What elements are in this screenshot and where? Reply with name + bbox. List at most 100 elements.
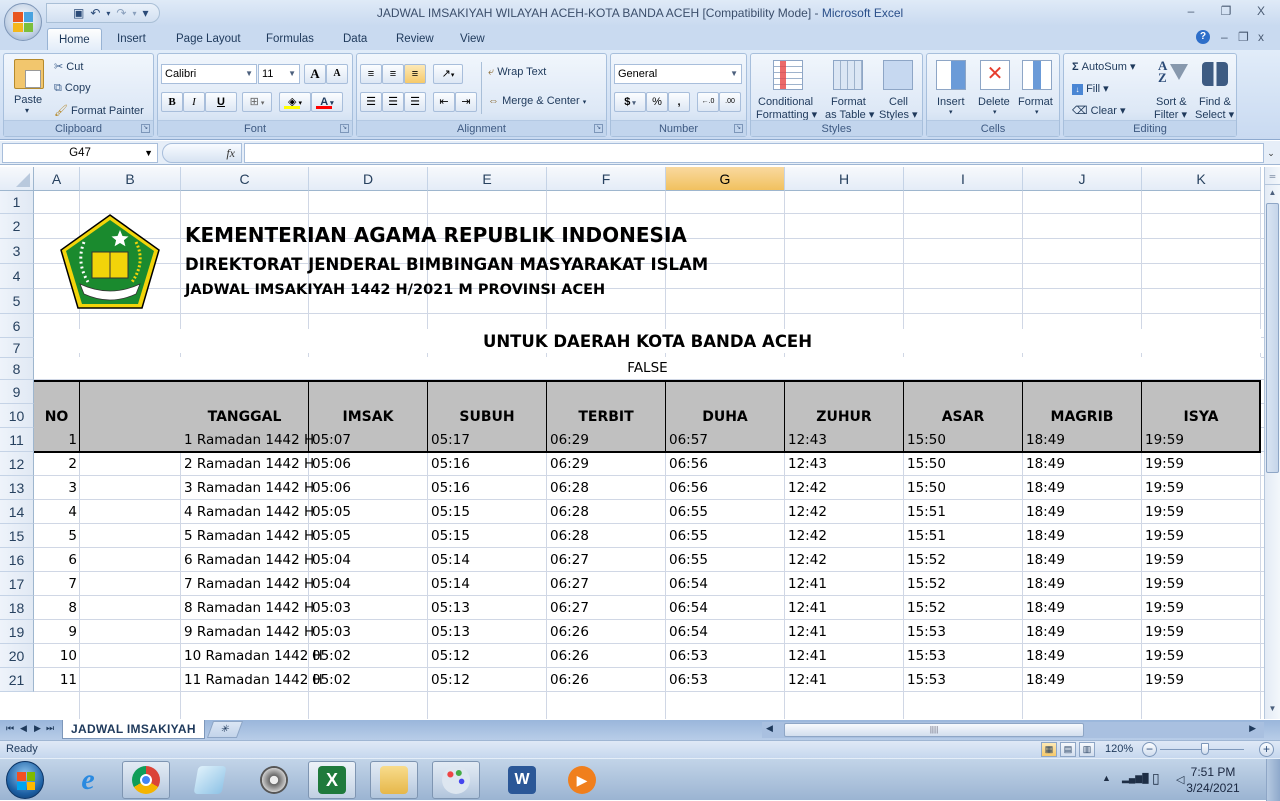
- percent-button[interactable]: %: [646, 92, 668, 112]
- taskbar-chrome[interactable]: [122, 761, 170, 799]
- cell-terbit[interactable]: 06:27: [550, 548, 663, 572]
- cell-isya[interactable]: 19:59: [1145, 500, 1258, 524]
- cell-terbit[interactable]: 06:26: [550, 620, 663, 644]
- cell-terbit[interactable]: 06:26: [550, 668, 663, 692]
- vertical-scroll-thumb[interactable]: [1266, 203, 1279, 473]
- page-layout-view-button[interactable]: ▤: [1060, 742, 1076, 757]
- cell-subuh[interactable]: 05:15: [431, 524, 544, 548]
- cell-styles-button[interactable]: Cell Styles ▾: [877, 56, 921, 121]
- expand-formula-bar-icon[interactable]: ⌄: [1264, 143, 1278, 163]
- cell-terbit[interactable]: 06:29: [550, 452, 663, 476]
- formula-input[interactable]: [244, 143, 1264, 163]
- tab-data[interactable]: Data: [332, 28, 378, 50]
- align-top-button[interactable]: ≡: [360, 64, 382, 84]
- number-format-select[interactable]: General ▼: [614, 64, 742, 84]
- italic-button[interactable]: I: [183, 92, 205, 112]
- row-header-10[interactable]: 10: [0, 404, 34, 428]
- cell-duha[interactable]: 06:57: [669, 428, 782, 452]
- clear-button[interactable]: ⌫ Clear ▾: [1072, 104, 1126, 117]
- wrap-text-button[interactable]: ⤶ Wrap Text: [488, 66, 546, 79]
- windows-start-button[interactable]: [6, 761, 44, 799]
- borders-button[interactable]: ⊞ ▾: [242, 92, 272, 112]
- cell-imsak[interactable]: 05:02: [312, 668, 425, 692]
- cell-zuhur[interactable]: 12:43: [788, 428, 901, 452]
- cell-zuhur[interactable]: 12:41: [788, 620, 901, 644]
- cell-no[interactable]: 3: [37, 476, 77, 500]
- cell-magrib[interactable]: 18:49: [1026, 524, 1139, 548]
- name-box[interactable]: G47 ▼: [2, 143, 158, 163]
- cell-terbit[interactable]: 06:28: [550, 524, 663, 548]
- format-cells-button[interactable]: Format ▾: [1017, 56, 1057, 118]
- cell-subuh[interactable]: 05:17: [431, 428, 544, 452]
- cell-no[interactable]: 8: [37, 596, 77, 620]
- fill-color-button[interactable]: ◈ ▾: [279, 92, 311, 112]
- cell-duha[interactable]: 06:53: [669, 644, 782, 668]
- align-middle-button[interactable]: ≡: [382, 64, 404, 84]
- merge-center-button[interactable]: ⇔ Merge & Center ▾: [488, 95, 586, 107]
- column-header-d[interactable]: D: [309, 167, 428, 191]
- tab-home[interactable]: Home: [47, 28, 102, 50]
- zoom-in-button[interactable]: +: [1259, 742, 1274, 757]
- row-header-5[interactable]: 5: [0, 289, 34, 314]
- cell-isya[interactable]: 19:59: [1145, 524, 1258, 548]
- first-sheet-icon[interactable]: ⏮: [6, 723, 14, 734]
- normal-view-button[interactable]: ▦: [1041, 742, 1057, 757]
- office-button[interactable]: [4, 3, 42, 41]
- cell-tanggal[interactable]: 1 Ramadan 1442 H: [184, 428, 314, 452]
- cell-zuhur[interactable]: 12:41: [788, 668, 901, 692]
- cell-magrib[interactable]: 18:49: [1026, 668, 1139, 692]
- cell-imsak[interactable]: 05:05: [312, 500, 425, 524]
- cell-imsak[interactable]: 05:04: [312, 548, 425, 572]
- chevron-down-icon[interactable]: ▼: [144, 144, 153, 162]
- row-header-2[interactable]: 2: [0, 214, 34, 239]
- autosum-button[interactable]: Σ AutoSum ▾: [1072, 60, 1136, 73]
- increase-decimal-button[interactable]: ←.0: [697, 92, 719, 112]
- network-signal-icon[interactable]: ▂▄▆█: [1122, 773, 1149, 784]
- cell-tanggal[interactable]: 3 Ramadan 1442 H: [184, 476, 314, 500]
- split-handle[interactable]: ═: [1265, 169, 1280, 185]
- align-left-button[interactable]: ☰: [360, 92, 382, 112]
- currency-button[interactable]: $ ▾: [614, 92, 646, 112]
- column-header-c[interactable]: C: [181, 167, 309, 191]
- cell-tanggal[interactable]: 10 Ramadan 1442 H: [184, 644, 323, 668]
- cell-subuh[interactable]: 05:16: [431, 476, 544, 500]
- cell-zuhur[interactable]: 12:42: [788, 500, 901, 524]
- cell-tanggal[interactable]: 5 Ramadan 1442 H: [184, 524, 314, 548]
- cell-no[interactable]: 11: [37, 668, 77, 692]
- taskbar-media-player[interactable]: ▶: [558, 761, 606, 799]
- clipboard-launcher-icon[interactable]: ↘: [141, 124, 150, 133]
- cell-zuhur[interactable]: 12:42: [788, 524, 901, 548]
- cell-no[interactable]: 9: [37, 620, 77, 644]
- cell-magrib[interactable]: 18:49: [1026, 428, 1139, 452]
- decrease-decimal-button[interactable]: .00: [719, 92, 741, 112]
- prev-sheet-icon[interactable]: ◀: [20, 723, 27, 734]
- cell-subuh[interactable]: 05:14: [431, 572, 544, 596]
- cell-imsak[interactable]: 05:06: [312, 452, 425, 476]
- cell-no[interactable]: 6: [37, 548, 77, 572]
- insert-function-button[interactable]: fx: [226, 146, 235, 161]
- cell-terbit[interactable]: 06:27: [550, 572, 663, 596]
- sheet-tab-jadwal-imsakiyah[interactable]: JADWAL IMSAKIYAH: [62, 720, 205, 739]
- cell-no[interactable]: 7: [37, 572, 77, 596]
- column-header-j[interactable]: J: [1023, 167, 1142, 191]
- next-sheet-icon[interactable]: ▶: [34, 723, 41, 734]
- taskbar-clock[interactable]: 7:51 PM 3/24/2021: [1168, 764, 1258, 796]
- conditional-formatting-button[interactable]: Conditional Formatting ▾: [753, 56, 821, 121]
- close-button[interactable]: X: [1250, 4, 1272, 18]
- tab-view[interactable]: View: [449, 28, 496, 50]
- select-all-button[interactable]: [0, 167, 34, 191]
- cell-duha[interactable]: 06:54: [669, 596, 782, 620]
- row-header-6[interactable]: 6: [0, 314, 34, 338]
- battery-icon[interactable]: ▯: [1152, 770, 1160, 787]
- cell-asar[interactable]: 15:52: [907, 572, 1020, 596]
- cell-subuh[interactable]: 05:14: [431, 548, 544, 572]
- cell-magrib[interactable]: 18:49: [1026, 644, 1139, 668]
- cell-subuh[interactable]: 05:13: [431, 596, 544, 620]
- cell-no[interactable]: 10: [37, 644, 77, 668]
- grow-font-button[interactable]: A: [304, 64, 326, 84]
- cell-magrib[interactable]: 18:49: [1026, 500, 1139, 524]
- cell-imsak[interactable]: 05:06: [312, 476, 425, 500]
- taskbar-paint[interactable]: [432, 761, 480, 799]
- taskbar-windows-explorer[interactable]: [370, 761, 418, 799]
- cell-no[interactable]: 1: [37, 428, 77, 452]
